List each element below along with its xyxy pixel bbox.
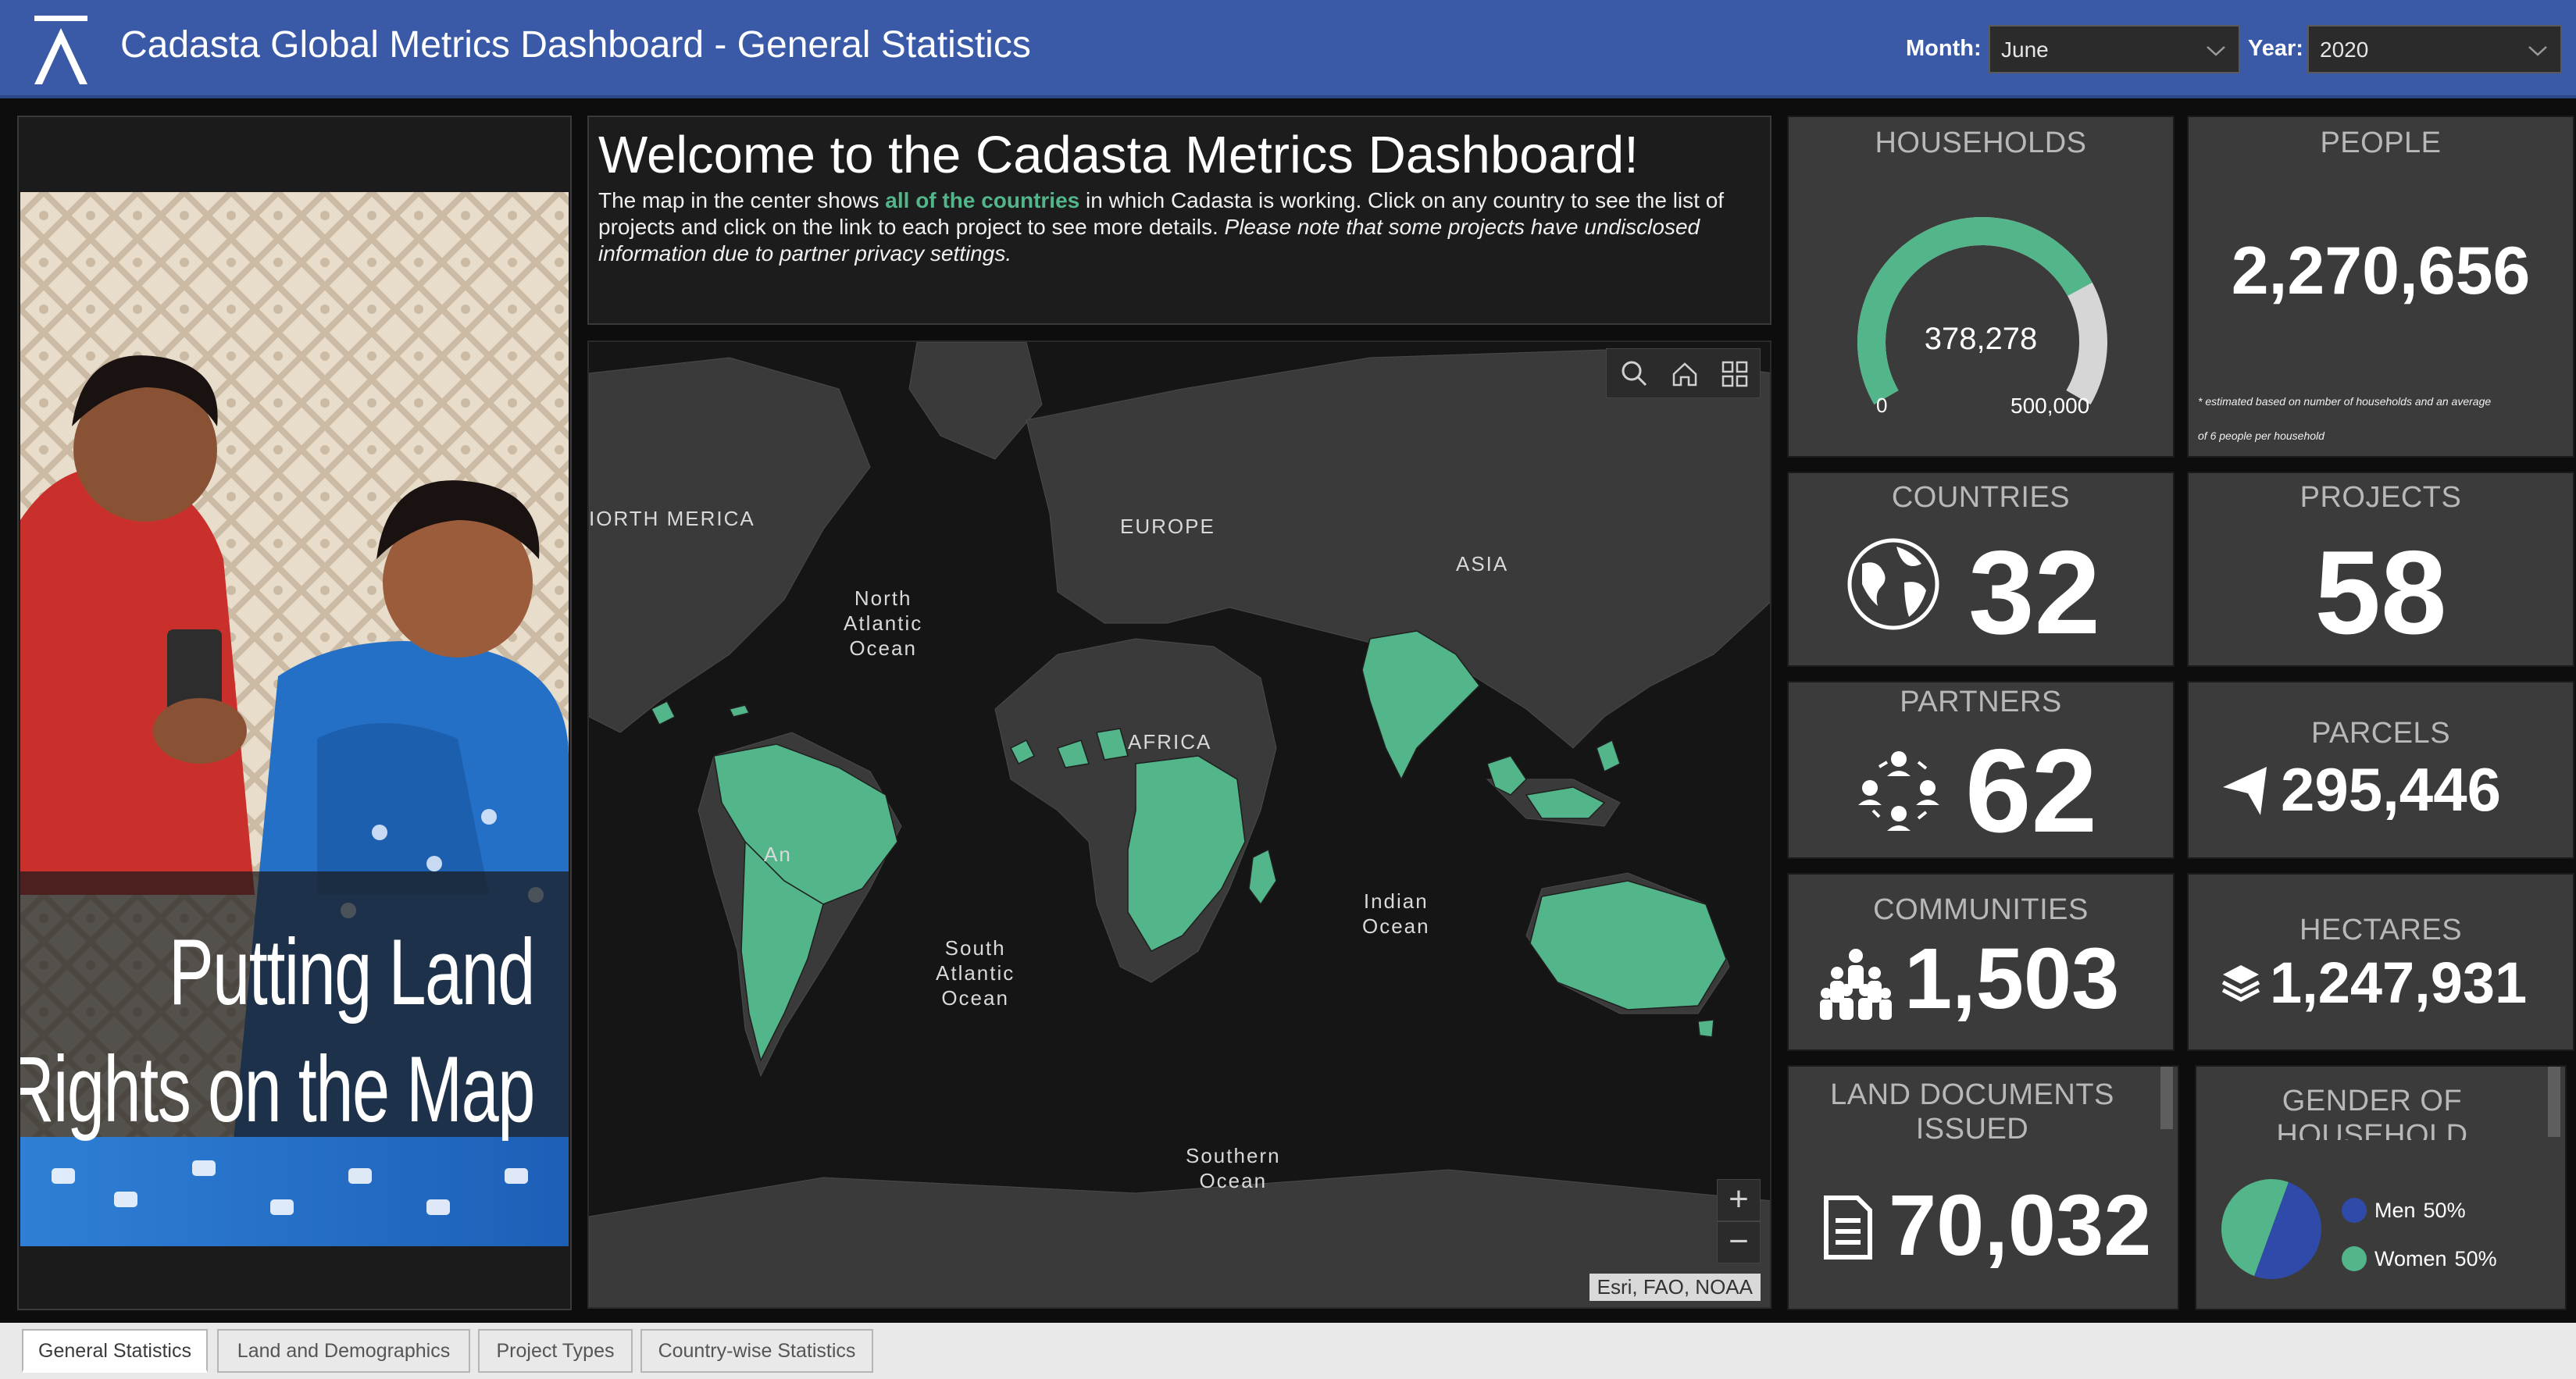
people-title: PEOPLE bbox=[2320, 126, 2442, 159]
legend-label-men: Men bbox=[2374, 1198, 2416, 1222]
basemap-gallery-icon[interactable] bbox=[1716, 355, 1754, 393]
month-select-value: June bbox=[2001, 37, 2049, 62]
map-label-north-america: IORTH MERICA bbox=[589, 507, 755, 530]
zoom-in-button[interactable]: + bbox=[1717, 1179, 1761, 1221]
gender-tile: GENDER OF HOUSEHOLD Men 50% Women 50% bbox=[2195, 1065, 2567, 1310]
people-note-line-1: * estimated based on number of household… bbox=[2198, 395, 2492, 408]
welcome-title: Welcome to the Cadasta Metrics Dashboard… bbox=[598, 126, 1639, 184]
map-toolbar bbox=[1606, 348, 1761, 398]
people-note-line-2: of 6 people per household bbox=[2198, 429, 2324, 442]
welcome-text-start: The map in the center shows bbox=[598, 188, 886, 212]
document-icon bbox=[1824, 1195, 1872, 1260]
countries-highlight: all of the countries bbox=[885, 188, 1080, 212]
globe-icon bbox=[1847, 538, 1939, 630]
map-label-south-america-fragment: An bbox=[764, 843, 792, 866]
promo-panel: Putting Land Rights on the Map bbox=[17, 116, 572, 1310]
map-label-southern-ocean: Southern Ocean bbox=[1186, 1144, 1281, 1192]
month-select[interactable]: June bbox=[1989, 25, 2240, 73]
gender-title: GENDER OF HOUSEHOLD bbox=[2196, 1084, 2548, 1140]
year-select[interactable]: 2020 bbox=[2307, 25, 2562, 73]
map-label-europe: EUROPE bbox=[1120, 515, 1215, 538]
gauge-min-label: 0 bbox=[1876, 394, 1888, 417]
legend-label-women: Women bbox=[2374, 1246, 2447, 1270]
legend-swatch-women bbox=[2342, 1246, 2367, 1271]
map-label-africa: AFRICA bbox=[1128, 730, 1212, 754]
parcel-flag-icon bbox=[2223, 767, 2267, 815]
projects-value: 58 bbox=[2314, 526, 2447, 659]
land-documents-value: 70,032 bbox=[1889, 1178, 2152, 1274]
gauge-max-label: 500,000 bbox=[2010, 394, 2090, 418]
land-documents-title-line-2: ISSUED bbox=[1915, 1113, 2029, 1140]
tab-land-and-demographics[interactable]: Land and Demographics bbox=[217, 1329, 470, 1373]
parcels-title: PARCELS bbox=[2310, 717, 2451, 750]
households-title: HOUSEHOLDS bbox=[1875, 126, 2087, 159]
promo-image: Putting Land Rights on the Map bbox=[20, 192, 569, 1246]
countries-title: COUNTRIES bbox=[1891, 481, 2071, 514]
land-documents-tile: LAND DOCUMENTS ISSUED 70,032 bbox=[1787, 1065, 2179, 1310]
tab-project-types[interactable]: Project Types bbox=[478, 1329, 633, 1373]
households-value: 378,278 bbox=[1924, 322, 2038, 356]
world-map[interactable]: IORTH MERICA EUROPE ASIA AFRICA North At… bbox=[587, 340, 1771, 1309]
home-icon[interactable] bbox=[1666, 355, 1704, 393]
land-documents-title: LAND DOCUMENTS ISSUED bbox=[1789, 1078, 2156, 1140]
gender-title-line-1: GENDER OF bbox=[2282, 1085, 2463, 1117]
people-tile: PEOPLE 2,270,656 * estimated based on nu… bbox=[2187, 116, 2574, 458]
search-icon[interactable] bbox=[1616, 355, 1654, 393]
year-select-value: 2020 bbox=[2320, 37, 2369, 62]
app-header: Cadasta Global Metrics Dashboard - Gener… bbox=[0, 0, 2576, 98]
communities-value: 1,503 bbox=[1904, 931, 2120, 1027]
promo-line-2: Rights on the Map bbox=[20, 1037, 535, 1142]
countries-tile: COUNTRIES 32 bbox=[1787, 472, 2175, 667]
welcome-description: The map in the center shows all of the c… bbox=[598, 187, 1754, 267]
households-tile: HOUSEHOLDS 378,278 0 500,000 bbox=[1787, 116, 2175, 458]
map-label-asia: ASIA bbox=[1456, 552, 1509, 575]
map-canvas[interactable] bbox=[589, 342, 1771, 1309]
legend-value-men: 50% bbox=[2423, 1198, 2466, 1222]
map-attribution: Esri, FAO, NOAA bbox=[1589, 1274, 1761, 1301]
welcome-panel: Welcome to the Cadasta Metrics Dashboard… bbox=[587, 116, 1771, 325]
gender-pie-chart[interactable] bbox=[2218, 1176, 2324, 1282]
communities-title: COMMUNITIES bbox=[1873, 893, 2089, 926]
map-label-south-atlantic: South Atlantic Ocean bbox=[936, 936, 1015, 1010]
community-people-icon bbox=[1820, 949, 1892, 1020]
legend-swatch-men bbox=[2342, 1198, 2367, 1223]
map-label-indian-ocean: Indian Ocean bbox=[1362, 889, 1430, 938]
hectares-tile: HECTARES 1,247,931 bbox=[2187, 873, 2574, 1051]
communities-tile: COMMUNITIES 1,503 bbox=[1787, 873, 2175, 1051]
cadasta-logo-icon bbox=[34, 16, 87, 84]
people-value: 2,270,656 bbox=[2231, 233, 2531, 308]
legend-women[interactable]: Women 50% bbox=[2342, 1246, 2497, 1271]
legend-men[interactable]: Men 50% bbox=[2342, 1198, 2466, 1223]
gender-title-line-2: HOUSEHOLD bbox=[2276, 1119, 2468, 1140]
partners-tile: PARTNERS 62 bbox=[1787, 681, 2175, 859]
tab-general-statistics[interactable]: General Statistics bbox=[22, 1329, 208, 1373]
zoom-out-button[interactable]: − bbox=[1717, 1221, 1761, 1263]
layers-icon bbox=[2221, 965, 2260, 1002]
parcels-value: 295,446 bbox=[2281, 755, 2501, 824]
projects-title: PROJECTS bbox=[2299, 481, 2462, 514]
year-label: Year: bbox=[2248, 36, 2303, 61]
legend-value-women: 50% bbox=[2454, 1246, 2497, 1270]
chevron-down-icon bbox=[2528, 46, 2547, 56]
title-scrollbar[interactable] bbox=[2160, 1067, 2173, 1129]
countries-value: 32 bbox=[1968, 526, 2101, 659]
page-title: Cadasta Global Metrics Dashboard - Gener… bbox=[120, 24, 1031, 66]
tab-bar: General Statistics Land and Demographics… bbox=[0, 1323, 2576, 1379]
partners-network-icon bbox=[1858, 751, 1939, 831]
partners-title: PARTNERS bbox=[1900, 686, 2062, 718]
parcels-tile: PARCELS 295,446 bbox=[2187, 681, 2574, 859]
land-documents-title-line-1: LAND DOCUMENTS bbox=[1830, 1078, 2114, 1111]
title-scrollbar[interactable] bbox=[2548, 1067, 2560, 1137]
chevron-down-icon bbox=[2207, 46, 2225, 56]
partners-value: 62 bbox=[1965, 725, 2098, 857]
map-label-north-atlantic: North Atlantic Ocean bbox=[844, 586, 923, 660]
projects-tile: PROJECTS 58 bbox=[2187, 472, 2574, 667]
promo-line-1: Putting Land bbox=[169, 920, 535, 1024]
tab-country-wise-statistics[interactable]: Country-wise Statistics bbox=[640, 1329, 873, 1373]
month-label: Month: bbox=[1906, 36, 1982, 61]
hectares-title: HECTARES bbox=[2299, 914, 2463, 946]
hectares-value: 1,247,931 bbox=[2270, 950, 2528, 1015]
